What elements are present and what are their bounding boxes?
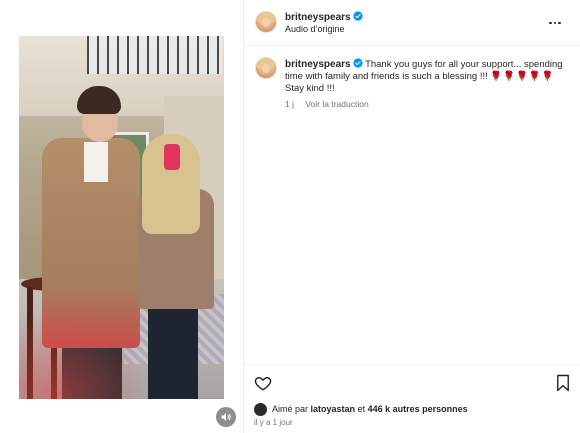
liked-by-connector: et	[357, 404, 366, 414]
caption-username[interactable]: britneyspears	[285, 59, 351, 70]
caption-text: britneyspears Thank you guys for all you…	[285, 58, 573, 95]
see-translation-link[interactable]: Voir la traduction	[305, 99, 368, 109]
audio-toggle-button[interactable]	[216, 407, 236, 427]
bookmark-icon[interactable]	[555, 374, 571, 392]
video-scene-window	[87, 36, 222, 74]
liker-avatar[interactable]	[254, 402, 267, 416]
post-video[interactable]	[19, 36, 224, 399]
caption-author-avatar[interactable]	[255, 57, 277, 79]
author-avatar[interactable]	[255, 11, 277, 33]
post-header: britneyspears Audio d’origine	[244, 0, 580, 46]
verified-badge-icon	[353, 58, 363, 68]
likes-count-link[interactable]: 446 k autres personnes	[368, 404, 468, 414]
video-scene-light	[19, 309, 149, 399]
more-options-icon[interactable]	[544, 12, 566, 34]
liked-by-line: Aimé par latoyastan et 446 k autres pers…	[254, 402, 468, 416]
media-pane	[0, 0, 243, 433]
post-details-pane: britneyspears Audio d’origine britneyspe…	[244, 0, 580, 433]
liked-by-prefix: Aimé par	[272, 404, 309, 414]
post-timestamp[interactable]: il y a 1 jour	[254, 418, 293, 427]
author-username[interactable]: britneyspears	[285, 11, 363, 23]
speaker-icon	[221, 413, 231, 421]
heart-icon[interactable]	[254, 374, 272, 392]
caption-emojis: 🌹🌹🌹🌹🌹	[490, 71, 555, 82]
caption-meta: 1 j Voir la traduction	[285, 99, 369, 109]
liker-username[interactable]: latoyastan	[311, 404, 356, 414]
original-audio-link[interactable]: Audio d’origine	[285, 24, 345, 34]
caption-tail: Stay kind !!!	[285, 83, 335, 94]
action-bar	[244, 365, 580, 401]
verified-badge-icon	[353, 11, 363, 21]
caption-block: britneyspears Thank you guys for all you…	[244, 46, 580, 364]
caption-age[interactable]: 1 j	[285, 99, 294, 109]
